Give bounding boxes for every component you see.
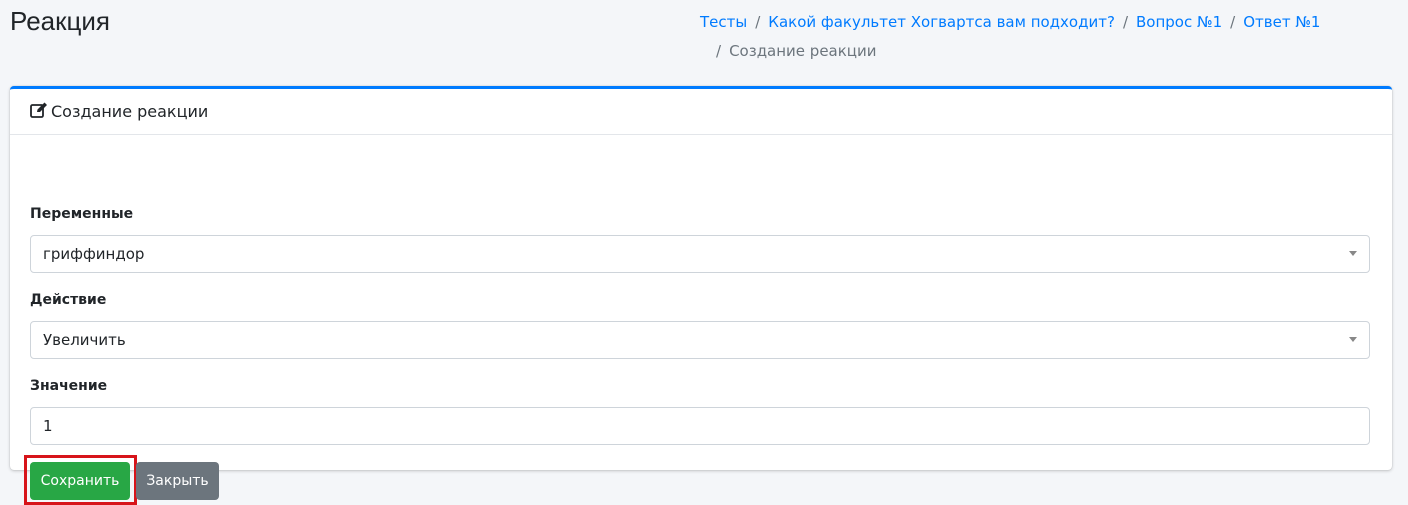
amount-label: Значение — [30, 378, 108, 394]
action-select-value: Увеличить — [43, 331, 126, 349]
page-title: Реакция — [10, 6, 110, 36]
variables-select-value: гриффиндор — [43, 245, 145, 263]
reaction-card: Создание реакции Переменные гриффиндор Д… — [10, 86, 1392, 505]
edit-icon — [30, 102, 51, 122]
breadcrumb: Тесты / Какой факультет Хогвартса вам подх… — [700, 8, 1320, 66]
chevron-down-icon — [1349, 251, 1357, 256]
breadcrumb-separator: / — [755, 13, 761, 31]
breadcrumb-link-test[interactable]: Какой факультет Хогвартса вам подходит? — [768, 13, 1115, 31]
breadcrumb-separator: / — [1230, 13, 1236, 31]
variables-label: Переменные — [30, 206, 134, 222]
breadcrumb-link-tests[interactable]: Тесты — [700, 13, 747, 31]
breadcrumb-separator: / — [716, 42, 722, 60]
breadcrumb-separator: / — [1122, 13, 1128, 31]
amount-input-value: 1 — [43, 417, 53, 435]
close-button[interactable]: Закрыть — [136, 462, 219, 500]
chevron-down-icon — [1349, 337, 1357, 342]
breadcrumb-current: Создание реакции — [729, 42, 877, 60]
action-label: Действие — [30, 292, 107, 308]
card-title: Создание реакции — [51, 102, 209, 121]
breadcrumb-link-answer[interactable]: Ответ №1 — [1243, 13, 1320, 31]
breadcrumb-link-question[interactable]: Вопрос №1 — [1136, 13, 1222, 31]
amount-input[interactable]: 1 — [30, 407, 1370, 445]
action-select[interactable]: Увеличить — [30, 321, 1370, 359]
save-button[interactable]: Сохранить — [30, 462, 130, 500]
variables-select[interactable]: гриффиндор — [30, 235, 1370, 273]
card-header: Создание реакции — [10, 89, 1392, 135]
